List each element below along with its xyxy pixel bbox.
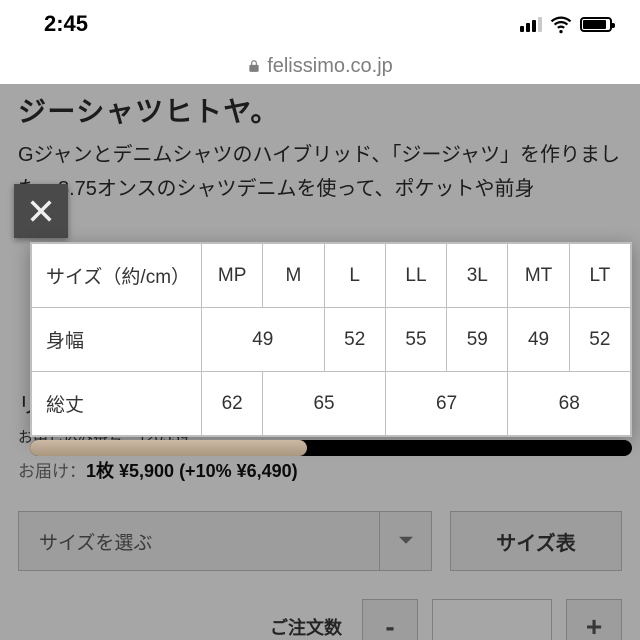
- battery-icon: [580, 17, 612, 32]
- table-cell: 52: [324, 308, 385, 372]
- size-chart-button[interactable]: サイズ表: [450, 511, 622, 571]
- table-cell: 49: [508, 308, 569, 372]
- browser-url-bar[interactable]: felissimo.co.jp: [0, 48, 640, 84]
- status-bar: 2:45: [0, 0, 640, 48]
- table-cell: 55: [385, 308, 446, 372]
- table-header: MP: [202, 244, 263, 308]
- table-cell: 52: [569, 308, 630, 372]
- table-header: MT: [508, 244, 569, 308]
- table-cell: 59: [447, 308, 508, 372]
- quantity-label: ご注文数: [270, 614, 342, 640]
- table-header: 3L: [447, 244, 508, 308]
- table-cell: 62: [202, 372, 263, 436]
- table-header: M: [263, 244, 324, 308]
- table-row: 総丈62656768: [32, 372, 631, 436]
- table-header-label: サイズ（約/cm）: [32, 244, 202, 308]
- delivery-price: お届け：1枚 ¥5,900 (+10% ¥6,490): [18, 457, 622, 483]
- cellular-icon: [520, 16, 542, 32]
- size-table-modal: サイズ（約/cm）MPMLLL3LMTLT 身幅495255594952総丈62…: [30, 242, 632, 437]
- qty-value[interactable]: [432, 599, 552, 640]
- table-cell: 49: [202, 308, 325, 372]
- size-table: サイズ（約/cm）MPMLLL3LMTLT 身幅495255594952総丈62…: [31, 243, 631, 436]
- table-cell: 67: [385, 372, 508, 436]
- wifi-icon: [550, 13, 572, 35]
- status-indicators: [520, 13, 612, 35]
- row-label: 身幅: [32, 308, 202, 372]
- qty-plus-button[interactable]: +: [566, 599, 622, 640]
- lock-icon: [247, 59, 261, 73]
- chevron-down-icon: [379, 512, 431, 570]
- table-header: LL: [385, 244, 446, 308]
- table-header: L: [324, 244, 385, 308]
- row-label: 総丈: [32, 372, 202, 436]
- headline: ジーシャツヒトヤ。: [18, 84, 622, 132]
- close-button[interactable]: [14, 184, 68, 238]
- table-cell: 65: [263, 372, 386, 436]
- clock: 2:45: [44, 11, 88, 37]
- size-select-placeholder: サイズを選ぶ: [19, 512, 379, 570]
- product-description: Gジャンとデニムシャツのハイブリッド、「ジージャツ」を作りました。8.75オンス…: [18, 132, 622, 206]
- page-content: ジーシャツヒトヤ。 Gジャンとデニムシャツのハイブリッド、「ジージャツ」を作りま…: [0, 84, 640, 640]
- qty-minus-button[interactable]: -: [362, 599, 418, 640]
- size-select[interactable]: サイズを選ぶ: [18, 511, 432, 571]
- table-header: LT: [569, 244, 630, 308]
- table-cell: 68: [508, 372, 631, 436]
- table-row: 身幅495255594952: [32, 308, 631, 372]
- horizontal-scrollbar[interactable]: [30, 440, 632, 456]
- url-domain: felissimo.co.jp: [267, 55, 393, 78]
